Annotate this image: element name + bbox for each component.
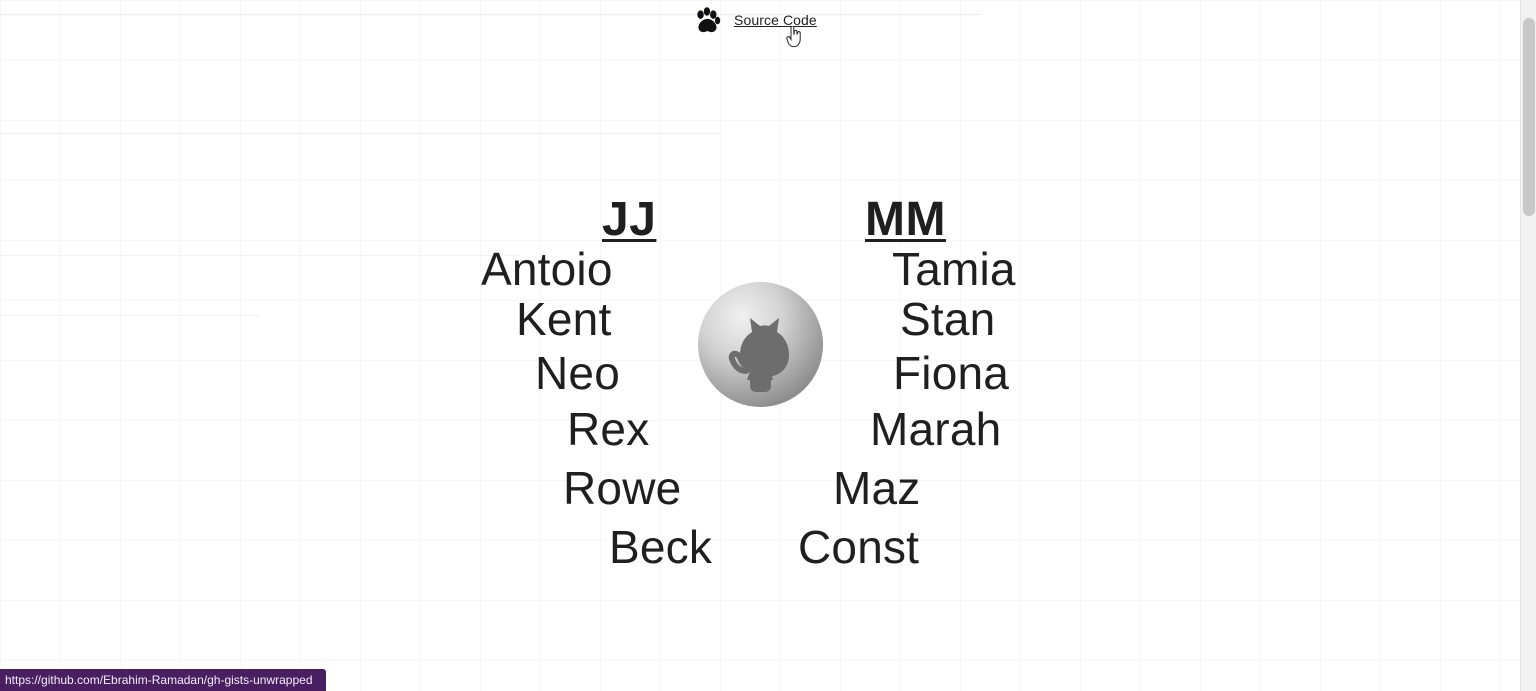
- right-name-item: Tamia: [892, 243, 1016, 295]
- github-avatar: [698, 282, 823, 407]
- source-code-link-group[interactable]: Source Code: [690, 3, 817, 39]
- left-name-item: Rowe: [563, 462, 682, 514]
- left-name-item: Neo: [535, 347, 620, 399]
- right-name-item: Const: [798, 521, 920, 573]
- right-name-item: Marah: [870, 403, 1002, 455]
- right-name-item: Maz: [833, 462, 921, 514]
- right-name-item: Fiona: [893, 347, 1010, 399]
- left-name-item: Beck: [609, 521, 713, 573]
- left-name-item: Rex: [567, 403, 650, 455]
- vertical-scrollbar-thumb[interactable]: [1523, 18, 1535, 216]
- vertical-scrollbar[interactable]: [1520, 0, 1536, 691]
- left-name-item: Antoio: [481, 243, 613, 295]
- source-code-link[interactable]: Source Code: [734, 13, 817, 27]
- page-root: Source Code JJ MM Antoio Kent Neo Rex Ro…: [0, 0, 1536, 691]
- right-group-header: MM: [865, 193, 946, 246]
- github-octocat-icon: [698, 282, 823, 407]
- right-name-item: Stan: [900, 293, 996, 345]
- browser-status-bar: https://github.com/Ebrahim-Ramadan/gh-gi…: [0, 669, 326, 691]
- paw-icon: [690, 3, 726, 39]
- left-name-item: Kent: [516, 293, 612, 345]
- left-group-header: JJ: [602, 193, 657, 246]
